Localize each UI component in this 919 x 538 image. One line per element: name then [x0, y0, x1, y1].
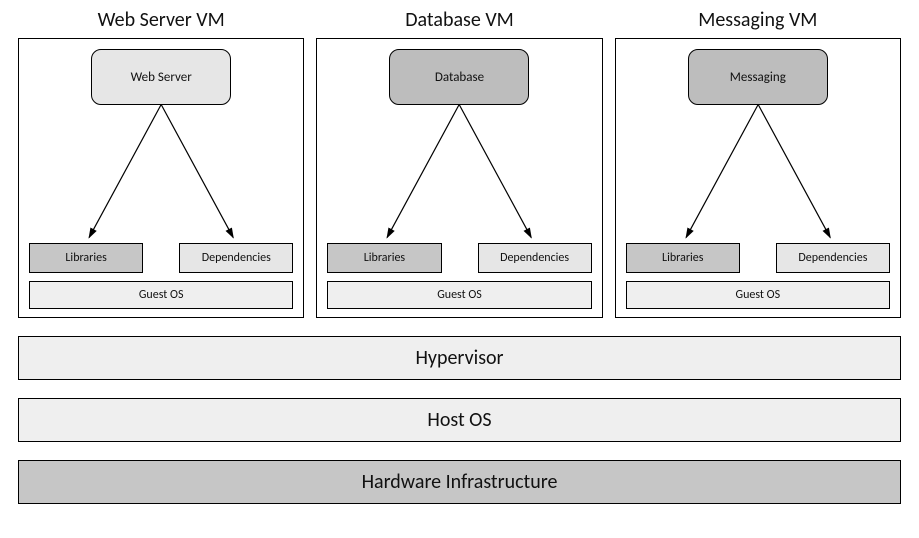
host-os-layer: Host OS — [18, 398, 901, 442]
guest-os-box: Guest OS — [327, 281, 591, 309]
app-box-messaging: Messaging — [688, 49, 828, 105]
vm-col-database: Database VM Database Libraries Dependenc… — [316, 8, 602, 318]
vm-col-webserver: Web Server VM Web Server Libraries Depen… — [18, 8, 304, 318]
dep-row: Libraries Dependencies — [327, 243, 591, 273]
vm-box: Messaging Libraries Dependencies Guest O… — [615, 38, 901, 318]
guest-os-box: Guest OS — [29, 281, 293, 309]
hardware-layer: Hardware Infrastructure — [18, 460, 901, 504]
vm-row: Web Server VM Web Server Libraries Depen… — [18, 8, 901, 318]
app-box-database: Database — [389, 49, 529, 105]
vm-title: Messaging VM — [698, 8, 817, 32]
guest-os-box: Guest OS — [626, 281, 890, 309]
libraries-box: Libraries — [327, 243, 441, 273]
dep-row: Libraries Dependencies — [626, 243, 890, 273]
vm-box: Database Libraries Dependencies Guest OS — [316, 38, 602, 318]
app-box-webserver: Web Server — [91, 49, 231, 105]
hypervisor-layer: Hypervisor — [18, 336, 901, 380]
dep-row: Libraries Dependencies — [29, 243, 293, 273]
libraries-box: Libraries — [626, 243, 740, 273]
dependencies-box: Dependencies — [776, 243, 890, 273]
dependencies-box: Dependencies — [179, 243, 293, 273]
vm-box: Web Server Libraries Dependencies Guest … — [18, 38, 304, 318]
libraries-box: Libraries — [29, 243, 143, 273]
vm-col-messaging: Messaging VM Messaging Libraries Depende… — [615, 8, 901, 318]
vm-title: Web Server VM — [98, 8, 225, 32]
vm-title: Database VM — [405, 8, 514, 32]
dependencies-box: Dependencies — [478, 243, 592, 273]
